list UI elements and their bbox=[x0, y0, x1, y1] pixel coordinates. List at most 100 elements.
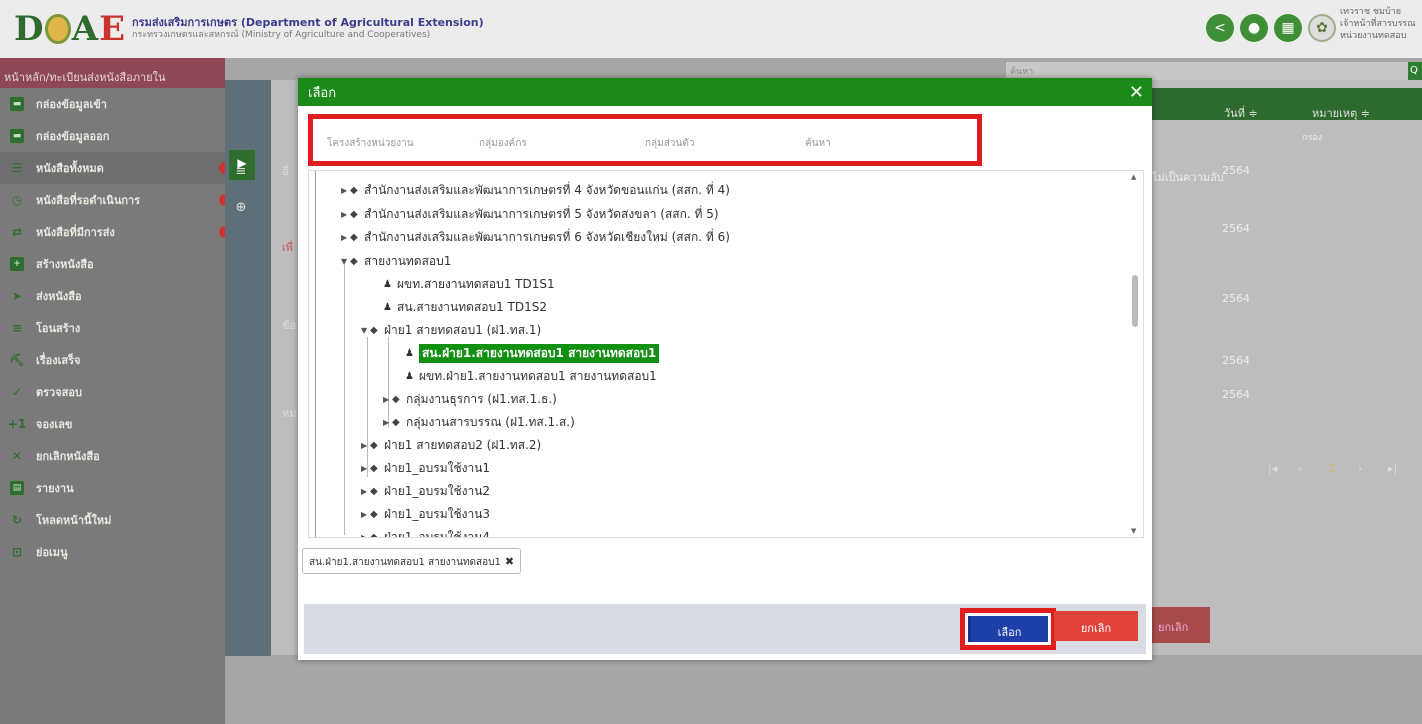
tree-node[interactable]: ▶ ◆ กลุ่มงานสารบรรณ (ฝ1.ทส.1.ส.) bbox=[383, 413, 575, 432]
select-recipient-modal: เลือก ✕ โครงสร้างหน่วยงาน กลุ่มองค์กร กล… bbox=[298, 78, 1152, 660]
year-cell: 2564 bbox=[1222, 292, 1250, 305]
sidebar-item-create[interactable]: + สร้างหนังสือ bbox=[0, 248, 225, 280]
tree-node[interactable]: ▶ ◆ ฝ่าย1_อบรมใช้งาน1 bbox=[361, 459, 490, 478]
sidebar-item-all-documents[interactable]: ☰ หนังสือทั้งหมด bbox=[0, 152, 225, 184]
select-button[interactable]: เลือก bbox=[968, 616, 1048, 642]
pager-next[interactable]: › bbox=[1358, 462, 1362, 475]
reload-icon: ↻ bbox=[11, 513, 23, 527]
tree-leaf-selected[interactable]: ♟ สน.ฝ่าย1.สายงานทดสอบ1 สายงานทดสอบ1 bbox=[405, 344, 660, 363]
note-filter[interactable]: กรอง bbox=[1302, 130, 1322, 144]
list-check-icon[interactable]: ≡ bbox=[231, 164, 251, 184]
caret-right-icon[interactable]: ▶ bbox=[341, 210, 350, 219]
sidebar-item-transfer[interactable]: ≡ โอนสร้าง bbox=[0, 312, 225, 344]
tree-node[interactable]: ▶ ◆ ฝ่าย1_อบรมใช้งาน2 bbox=[361, 482, 490, 501]
caret-right-icon[interactable]: ▶ bbox=[361, 487, 370, 496]
caret-right-icon[interactable]: ▶ bbox=[383, 395, 392, 404]
tree-node[interactable]: ▶ ◆ สำนักงานส่งเสริมและพัฒนาการเกษตรที่ 5 … bbox=[341, 205, 719, 224]
remove-chip-icon[interactable]: ✖ bbox=[505, 555, 514, 573]
doae-logo[interactable]: DAE bbox=[14, 9, 126, 49]
pager-page[interactable]: 1 bbox=[1328, 462, 1335, 475]
tag-icon: ◆ bbox=[350, 185, 358, 196]
filter-select[interactable] bbox=[1156, 62, 1416, 82]
tab-private-group[interactable]: กลุ่มส่วนตัว bbox=[645, 136, 694, 151]
tree-node[interactable]: ▶ ◆ ฝ่าย1_อบรมใช้งาน4 bbox=[361, 528, 490, 537]
tree-node[interactable]: ▶ ◆ สำนักงานส่งเสริมและพัฒนาการเกษตรที่ 4 … bbox=[341, 181, 730, 200]
scroll-down-icon[interactable]: ▼ bbox=[1131, 527, 1136, 535]
tag-icon: ◆ bbox=[370, 486, 378, 497]
org-title: กรมส่งเสริมการเกษตร (Department of Agric… bbox=[132, 16, 484, 42]
caret-right-icon[interactable]: ▶ bbox=[341, 233, 350, 242]
tree-node[interactable]: ▼ ◆ สายงานทดสอบ1 bbox=[341, 252, 451, 271]
tree-node[interactable]: ▶ ◆ ฝ่าย1_อบรมใช้งาน3 bbox=[361, 505, 490, 524]
tag-icon: ◆ bbox=[350, 256, 358, 267]
sidebar-item-check[interactable]: ✓ ตรวจสอบ bbox=[0, 376, 225, 408]
caret-right-icon[interactable]: ▶ bbox=[341, 186, 350, 195]
column-note[interactable]: หมายเหตุ ≑ bbox=[1312, 104, 1370, 122]
send-icon: ➤ bbox=[11, 289, 23, 303]
bg-cancel-button[interactable]: ยกเลิก bbox=[1152, 607, 1210, 643]
tag-icon: ◆ bbox=[350, 209, 358, 220]
sidebar-item-done[interactable]: ⛏ เรื่องเสร็จ bbox=[0, 344, 225, 376]
modal-tabs: โครงสร้างหน่วยงาน กลุ่มองค์กร กลุ่มส่วนต… bbox=[308, 114, 982, 166]
sidebar-item-pending[interactable]: ◷ หนังสือที่รอดำเนินการ bbox=[0, 184, 225, 216]
tree-leaf[interactable]: ♟ สน.สายงานทดสอบ1 TD1S2 bbox=[383, 298, 547, 317]
pager-prev[interactable]: ‹ bbox=[1298, 462, 1302, 475]
sidebar-item-reserve-number[interactable]: +1 จองเลข bbox=[0, 408, 225, 440]
caret-right-icon[interactable]: ▶ bbox=[361, 441, 370, 450]
tree-node[interactable]: ▶ ◆ ฝ่าย1 สายทดสอบ2 (ฝ1.ทส.2) bbox=[361, 436, 541, 455]
scroll-up-icon[interactable]: ▲ bbox=[1131, 173, 1136, 181]
search-button[interactable]: Q bbox=[1408, 62, 1422, 82]
org-en: (Department of Agricultural Extension) bbox=[240, 16, 484, 29]
tree-line bbox=[367, 337, 368, 477]
tree-scrollbar[interactable]: ▲ ▼ bbox=[1130, 171, 1140, 537]
caret-right-icon[interactable]: ▶ bbox=[361, 464, 370, 473]
user-info[interactable]: เทวราช ชมบ้าย เจ้าหน้าที่สารบรรณ หน่วยงา… bbox=[1340, 6, 1418, 42]
tree-leaf[interactable]: ♟ ผขท.สายงานทดสอบ1 TD1S1 bbox=[383, 275, 555, 294]
sidebar-item-report[interactable]: ▤ รายงาน bbox=[0, 472, 225, 504]
sidebar-item-sent[interactable]: ⇄ หนังสือที่มีการส่ง bbox=[0, 216, 225, 248]
close-icon[interactable]: ✕ bbox=[1129, 82, 1144, 103]
transfer-icon: ⇄ bbox=[11, 225, 23, 239]
caret-right-icon[interactable]: ▶ bbox=[361, 533, 370, 537]
tree-node[interactable]: ▶ ◆ กลุ่มงานธุรการ (ฝ1.ทส.1.ธ.) bbox=[383, 390, 557, 409]
tree-node[interactable]: ▶ ◆ สำนักงานส่งเสริมและพัฒนาการเกษตรที่ 6 … bbox=[341, 228, 730, 247]
user-avatar[interactable]: ✿ bbox=[1308, 14, 1336, 42]
tag-icon: ◆ bbox=[370, 325, 378, 336]
sidebar-item-cancel-document[interactable]: ✕ ยกเลิกหนังสือ bbox=[0, 440, 225, 472]
clock-icon: ◷ bbox=[11, 193, 23, 207]
pager-first[interactable]: |◂ bbox=[1268, 462, 1277, 475]
sidebar-item-send[interactable]: ➤ ส่งหนังสือ bbox=[0, 280, 225, 312]
tab-search[interactable]: ค้นหา bbox=[805, 136, 831, 151]
caret-right-icon[interactable]: ▶ bbox=[383, 418, 392, 427]
pager-last[interactable]: ▸| bbox=[1388, 462, 1397, 475]
year-cell: 2564 bbox=[1222, 164, 1250, 177]
zoom-icon[interactable]: ⊕ bbox=[231, 200, 251, 220]
tree-node[interactable]: ▼ ◆ ฝ่าย1 สายทดสอบ1 (ฝ1.ทส.1) bbox=[361, 321, 541, 340]
tree-leaf[interactable]: ♟ ผขท.ฝ่าย1.สายงานทดสอบ1 สายงานทดสอบ1 bbox=[405, 367, 657, 386]
select-button-frame: เลือก bbox=[960, 608, 1056, 650]
cancel-button[interactable]: ยกเลิก bbox=[1054, 611, 1138, 641]
person-icon: ♟ bbox=[405, 371, 414, 382]
org-subtitle: กระทรวงเกษตรและสหกรณ์ (Ministry of Agric… bbox=[132, 30, 431, 40]
caret-down-icon[interactable]: ▼ bbox=[361, 326, 370, 335]
tag-icon: ◆ bbox=[392, 394, 400, 405]
tree-line bbox=[344, 265, 345, 535]
org-tree: ▶ ◆ สำนักงานส่งเสริมและพัฒนาการเกษตรที่ 4 … bbox=[308, 170, 1144, 538]
tree-border-line bbox=[315, 171, 316, 537]
column-date[interactable]: วันที่ ≑ bbox=[1224, 104, 1258, 122]
sidebar-item-reload[interactable]: ↻ โหลดหน้านี้ใหม่ bbox=[0, 504, 225, 536]
year-cell: 2564 bbox=[1222, 222, 1250, 235]
scroll-thumb[interactable] bbox=[1132, 275, 1138, 327]
tab-org-structure[interactable]: โครงสร้างหน่วยงาน bbox=[327, 136, 414, 151]
check-icon: ✓ bbox=[11, 385, 23, 399]
sidebar-item-inbox[interactable]: ▬ กล่องข้อมูลเข้า bbox=[0, 88, 225, 120]
caret-down-icon[interactable]: ▼ bbox=[341, 257, 350, 266]
apps-grid-icon[interactable]: ▦ bbox=[1274, 14, 1302, 42]
sidebar-item-outbox[interactable]: ▬ กล่องข้อมูลออก bbox=[0, 120, 225, 152]
bg-text: อื่ bbox=[282, 165, 289, 178]
sidebar-item-collapse[interactable]: ⊡ ย่อเมนู bbox=[0, 536, 225, 568]
notification-icon[interactable]: ● bbox=[1240, 14, 1268, 42]
tab-org-group[interactable]: กลุ่มองค์กร bbox=[479, 136, 527, 151]
share-icon[interactable]: < bbox=[1206, 14, 1234, 42]
caret-right-icon[interactable]: ▶ bbox=[361, 510, 370, 519]
